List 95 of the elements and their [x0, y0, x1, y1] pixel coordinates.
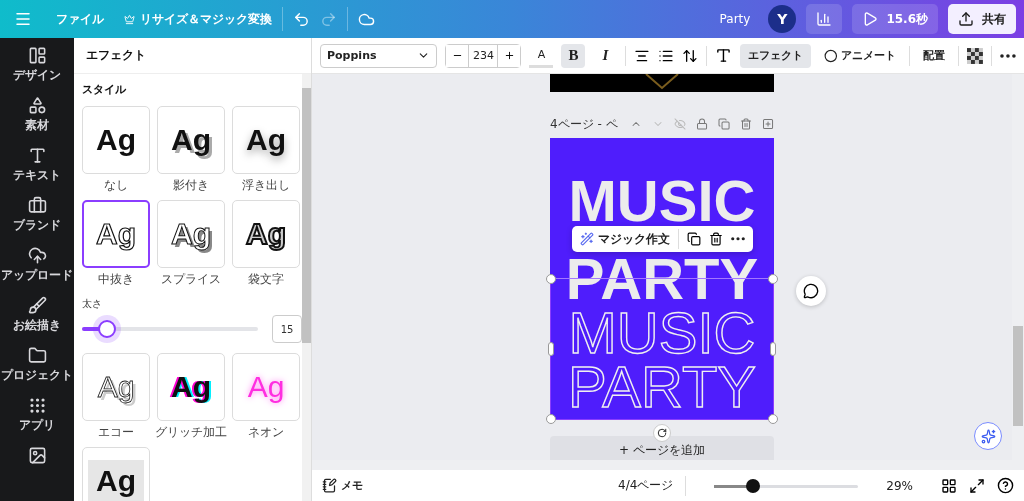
- copy-icon: [686, 232, 701, 246]
- font-dropdown[interactable]: Poppins: [320, 43, 438, 68]
- sidebar-item[interactable]: ブランド: [13, 196, 61, 234]
- headline-text: MUSIC: [568, 174, 756, 228]
- redo-icon: [320, 10, 337, 28]
- effect-preview: Ag: [167, 217, 215, 251]
- effect-preview: Ag: [170, 370, 212, 404]
- fullscreen-icon: [969, 477, 985, 494]
- spacing-icon: [682, 47, 699, 64]
- lock-icon: [695, 117, 708, 131]
- plus-icon: [503, 50, 515, 61]
- play-icon: [862, 11, 879, 27]
- effect-preview: Ag: [95, 123, 137, 157]
- comment-icon: [803, 283, 819, 299]
- grid-view-icon: [941, 477, 957, 494]
- sparkles-icon: [980, 428, 996, 444]
- scrollbar[interactable]: [302, 74, 311, 501]
- sidebar-item[interactable]: アップロード: [1, 246, 73, 284]
- undo-icon: [293, 10, 310, 28]
- resize-handle[interactable]: [768, 414, 778, 424]
- italic-button[interactable]: I: [593, 43, 618, 68]
- headline-text: PARTY: [565, 252, 759, 306]
- zoom-slider[interactable]: [714, 477, 859, 494]
- magic-button[interactable]: [974, 422, 1002, 450]
- text-color-button[interactable]: A: [529, 43, 554, 68]
- brush-icon: [27, 296, 47, 315]
- shapes-icon: [27, 96, 47, 115]
- sidebar-item[interactable]: デザイン: [13, 46, 61, 84]
- insights-button[interactable]: [806, 4, 843, 34]
- copy-icon: [717, 117, 730, 131]
- image-icon: [27, 446, 47, 465]
- user-avatar[interactable]: Y: [768, 5, 797, 33]
- design-title[interactable]: Party: [719, 12, 751, 26]
- resize-handle[interactable]: [770, 342, 776, 356]
- more-icon[interactable]: [730, 237, 745, 241]
- position-button[interactable]: 配置: [918, 43, 951, 68]
- effect-preview: Ag: [245, 123, 287, 157]
- add-page-icon: [761, 117, 775, 131]
- rotate-button[interactable]: [653, 424, 671, 442]
- sidebar-item[interactable]: お絵描き: [13, 296, 61, 334]
- sidebar-item[interactable]: テキスト: [13, 146, 61, 184]
- share-icon: [958, 11, 974, 27]
- comment-button[interactable]: [796, 276, 826, 306]
- cloud-upload-icon: [27, 246, 47, 265]
- resize-handle[interactable]: [546, 274, 556, 284]
- magic-wand-icon: [579, 232, 594, 246]
- rotate-icon: [657, 428, 667, 438]
- layout-icon: [27, 46, 47, 65]
- sidebar-item[interactable]: [27, 446, 47, 465]
- effect-preview: Ag: [88, 460, 144, 501]
- notes-icon: [322, 478, 337, 493]
- slider-label: 太さ: [82, 297, 103, 311]
- effect-preview: Ag: [95, 217, 137, 251]
- effect-preview: Ag: [170, 123, 212, 157]
- effect-preview: Ag: [245, 217, 287, 251]
- circle-icon: [823, 48, 838, 63]
- menu-icon: [14, 10, 32, 28]
- resize-handle[interactable]: [768, 274, 778, 284]
- more-icon[interactable]: [1000, 53, 1016, 58]
- animate-button[interactable]: アニメート: [818, 43, 902, 68]
- sidebar-item[interactable]: プロジェクト: [1, 346, 73, 384]
- panel-title: エフェクト: [74, 38, 311, 74]
- notes-button[interactable]: メモ: [322, 478, 363, 493]
- trash-icon: [708, 232, 723, 246]
- slider-thumb[interactable]: [97, 320, 116, 338]
- page-label: 4ページ - ペ: [550, 115, 618, 133]
- help-icon: [997, 477, 1014, 494]
- text-size-icon: [715, 47, 733, 64]
- present-button[interactable]: 15.6秒: [852, 4, 938, 34]
- effect-preview: Ag: [93, 370, 139, 404]
- grid-icon: [27, 396, 47, 415]
- resize-handle[interactable]: [548, 342, 554, 356]
- crown-icon: [124, 13, 135, 25]
- briefcase-icon: [27, 196, 47, 215]
- zoom-thumb[interactable]: [746, 478, 761, 493]
- trash-icon: [739, 117, 752, 131]
- bold-button[interactable]: B: [561, 43, 586, 68]
- zoom-percent[interactable]: 29%: [886, 478, 913, 493]
- eye-off-icon: [673, 117, 686, 131]
- effect-preview: Ag: [246, 370, 286, 404]
- magic-write-button[interactable]: マジック作文: [579, 230, 670, 248]
- bar-chart-icon: [816, 11, 833, 27]
- effect-style-option[interactable]: Ag: [82, 447, 150, 501]
- section-title: スタイル: [82, 82, 127, 97]
- share-button[interactable]: 共有: [948, 4, 1016, 34]
- effects-button[interactable]: エフェクト: [740, 43, 811, 68]
- headline-text: MUSIC: [568, 306, 756, 360]
- transparency-icon[interactable]: [967, 47, 984, 64]
- text-icon: [27, 146, 47, 165]
- resize-handle[interactable]: [546, 414, 556, 424]
- sidebar-item[interactable]: アプリ: [19, 396, 55, 434]
- headline-text: PARTY: [568, 360, 756, 414]
- sidebar-item[interactable]: 素材: [25, 96, 49, 134]
- folder-icon: [27, 346, 47, 365]
- page-count[interactable]: 4/4ページ: [618, 477, 674, 494]
